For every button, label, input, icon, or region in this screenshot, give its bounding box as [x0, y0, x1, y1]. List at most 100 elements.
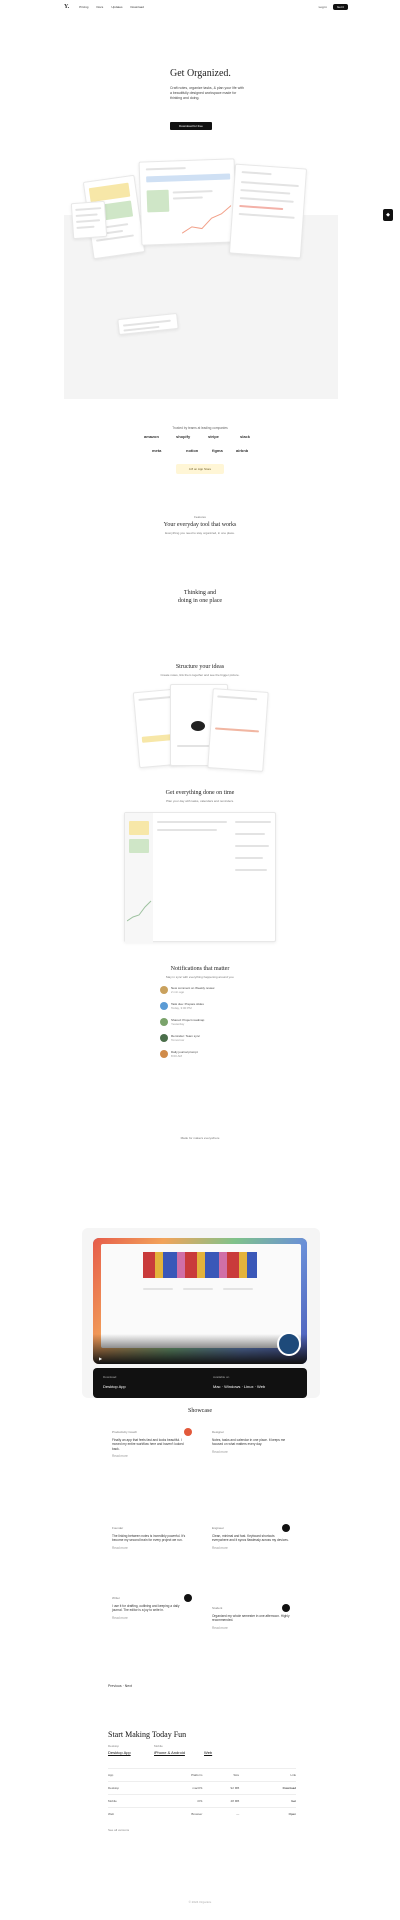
- play-icon[interactable]: ▶: [99, 1356, 102, 1361]
- notification-meta: Tomorrow: [171, 1038, 185, 1042]
- showcase-card[interactable]: Writer I use it for drafting, outlining …: [112, 1596, 190, 1620]
- read-more-link[interactable]: Read more: [212, 1626, 290, 1631]
- tab-desktop-label: Desktop: [108, 1744, 120, 1748]
- notification-meta: 8:00 AM: [171, 1054, 183, 1058]
- column-header: Link: [239, 1768, 296, 1782]
- notification-item[interactable]: Daily journal prompt 8:00 AM: [160, 1050, 250, 1058]
- showcase-pagination[interactable]: Previous · Next: [108, 1684, 132, 1688]
- brand-notion: notion: [186, 448, 199, 453]
- table-header-row: App Platform Size Link: [108, 1768, 296, 1782]
- planner-chart: [127, 900, 152, 922]
- showcase-text: Notes, tasks and calendar in one place. …: [212, 1437, 286, 1447]
- section-subtitle-done: Plan your day with tasks, calendars and …: [166, 799, 234, 803]
- hero-description: Craft notes, organize tasks, & plan your…: [170, 86, 244, 100]
- download-bar: Download Desktop App Available on Mac · …: [93, 1368, 307, 1398]
- section-subtitle-structure: Create notes, link them together and see…: [160, 673, 240, 677]
- section-title-notifications: Notifications that matter: [170, 966, 230, 972]
- nav-link-pricing[interactable]: Pricing: [79, 5, 88, 9]
- showcase-text: Finally an app that feels fast and looks…: [112, 1437, 184, 1451]
- hero-card-calendar: [228, 163, 308, 259]
- trusted-label: Trusted by teams at leading companies: [172, 426, 228, 430]
- nav-actions: Log in Get it: [319, 4, 348, 10]
- download-link[interactable]: Get: [239, 1794, 296, 1808]
- brand-slack: slack: [240, 434, 251, 439]
- read-more-link[interactable]: Read more: [212, 1546, 290, 1551]
- avatar: [160, 1018, 168, 1026]
- nav-link-download[interactable]: Download: [131, 5, 144, 9]
- section-title-everyday: Your everyday tool that works: [163, 522, 237, 528]
- hero-download-button[interactable]: Download for free: [170, 122, 212, 130]
- all-versions-link[interactable]: See all versions: [108, 1828, 129, 1832]
- showcase-card[interactable]: Productivity Coach Finally an app that f…: [112, 1430, 190, 1459]
- showcase-author: Founder: [112, 1526, 124, 1530]
- section-title-structure: Structure your ideas: [175, 664, 225, 670]
- tab-desktop[interactable]: Desktop App: [108, 1750, 131, 1755]
- section-title-done: Get everything done on time: [165, 790, 235, 796]
- read-more-link[interactable]: Read more: [112, 1616, 190, 1621]
- tab-mobile-label: Mobile: [154, 1744, 163, 1748]
- top-nav: Y. Pricing Docs Updates Download Log in …: [0, 0, 400, 14]
- download-link[interactable]: Open: [239, 1807, 296, 1820]
- table-cell: Mobile: [108, 1794, 155, 1808]
- showcase-text: Clean, minimal and fast. Keyboard shortc…: [212, 1533, 289, 1543]
- avatar: [160, 986, 168, 994]
- brand-meta: meta: [152, 448, 162, 453]
- avatar: [160, 1034, 168, 1042]
- read-more-link[interactable]: Read more: [112, 1454, 190, 1459]
- login-link[interactable]: Log in: [319, 5, 327, 9]
- column-header: Size: [202, 1768, 240, 1782]
- table-row: Mobile iOS 48 MB Get: [108, 1794, 296, 1808]
- read-more-link[interactable]: Read more: [212, 1450, 290, 1455]
- avatar: [160, 1050, 168, 1058]
- notification-list: New comment on Weekly review 2 min ago Ta…: [160, 986, 250, 1058]
- table-cell: 48 MB: [202, 1794, 240, 1808]
- showcase-card[interactable]: Founder The linking between notes is inc…: [112, 1526, 190, 1550]
- download-desktop-link[interactable]: Desktop App: [103, 1384, 126, 1389]
- showcase-text: Organized my whole semester in one after…: [212, 1613, 290, 1623]
- rating-badge: 4.8 on App Store: [176, 464, 224, 474]
- nav-link-updates[interactable]: Updates: [111, 5, 122, 9]
- section-subtitle-notifications: Stay in sync with everything happening a…: [165, 975, 235, 979]
- tab-web[interactable]: Web: [204, 1750, 212, 1755]
- notification-item[interactable]: Task due: Prepare slides Today, 3:00 PM: [160, 1002, 250, 1010]
- notification-meta: 2 min ago: [171, 990, 185, 994]
- section-title-thinking-1: Thinking and: [183, 590, 217, 596]
- showcase-author: Designer: [212, 1430, 225, 1434]
- features-badge: Features: [194, 515, 206, 519]
- platforms-link[interactable]: Mac · Windows · Linux · Web: [213, 1384, 265, 1389]
- presenter-avatar: [277, 1332, 301, 1356]
- nav-link-docs[interactable]: Docs: [96, 5, 103, 9]
- showcase-author: Writer: [112, 1596, 120, 1600]
- logo[interactable]: Y.: [64, 4, 69, 10]
- table-cell: 92 MB: [202, 1781, 240, 1795]
- download-link[interactable]: Download: [239, 1781, 296, 1795]
- showcase-card[interactable]: Designer Notes, tasks and calendar in on…: [212, 1430, 290, 1454]
- table-cell: —: [202, 1807, 240, 1820]
- tab-mobile[interactable]: iPhone & Android: [154, 1750, 185, 1755]
- planner-app-mock: [124, 812, 276, 943]
- footer-copyright: © 2024 Organize: [188, 1900, 212, 1904]
- table-cell: macOS: [154, 1781, 203, 1795]
- notification-item[interactable]: Shared: Project roadmap Yesterday: [160, 1018, 250, 1026]
- showcase-author: Student: [212, 1606, 223, 1610]
- showcase-author: Engineer: [212, 1526, 225, 1530]
- hero-card-main: [138, 158, 238, 246]
- notification-item[interactable]: New comment on Weekly review 2 min ago: [160, 986, 250, 994]
- graph-node-icon: [191, 721, 205, 731]
- video-player[interactable]: ▶: [93, 1238, 307, 1364]
- read-more-link[interactable]: Read more: [112, 1546, 190, 1551]
- platforms-label: Available on: [213, 1375, 230, 1379]
- brand-stripe: stripe: [208, 434, 219, 439]
- notification-meta: Yesterday: [171, 1022, 185, 1026]
- source-icon: [184, 1594, 192, 1602]
- showcase-card[interactable]: Engineer Clean, minimal and fast. Keyboa…: [212, 1526, 290, 1550]
- get-it-button[interactable]: Get it: [332, 4, 348, 10]
- showcase-card[interactable]: Student Organized my whole semester in o…: [212, 1606, 290, 1630]
- showcase-text: I use it for drafting, outlining and kee…: [112, 1603, 180, 1613]
- notification-item[interactable]: Reminder: Team sync Tomorrow: [160, 1034, 250, 1042]
- source-icon: [282, 1604, 290, 1612]
- table-cell: Browser: [154, 1807, 203, 1820]
- table-cell: Web: [108, 1807, 155, 1820]
- download-label: Download: [103, 1375, 117, 1379]
- side-chat-icon[interactable]: ◆: [383, 209, 393, 221]
